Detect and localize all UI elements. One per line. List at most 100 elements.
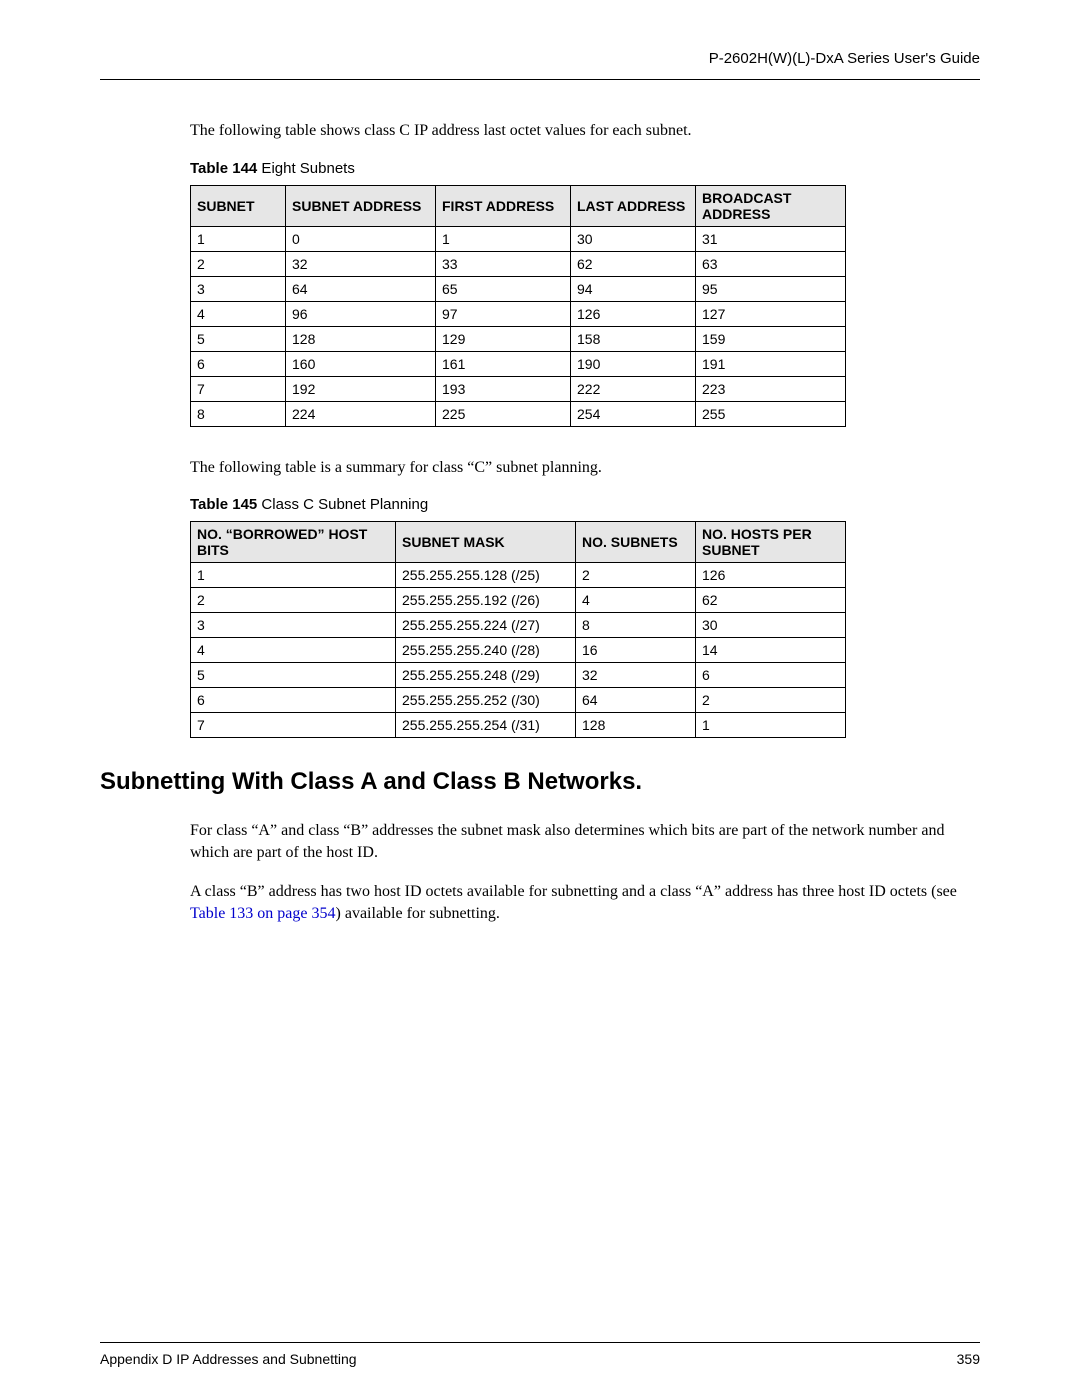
table-cell: 62: [696, 588, 846, 613]
page-footer: Appendix D IP Addresses and Subnetting 3…: [100, 1342, 980, 1367]
table-cell: 63: [696, 251, 846, 276]
table-cell: 62: [571, 251, 696, 276]
footer-page-number: 359: [957, 1351, 980, 1367]
footer-left: Appendix D IP Addresses and Subnetting: [100, 1351, 357, 1367]
table-cell: 32: [286, 251, 436, 276]
table-cell: 4: [191, 638, 396, 663]
table-cell: 0: [286, 226, 436, 251]
table-cell: 224: [286, 401, 436, 426]
table-cell: 255.255.255.248 (/29): [396, 663, 576, 688]
doc-title: P-2602H(W)(L)-DxA Series User's Guide: [709, 50, 980, 67]
table-144-caption-number: Table 144: [190, 160, 257, 177]
table-cell: 128: [286, 326, 436, 351]
table-row: 6160161190191: [191, 351, 846, 376]
intro-paragraph-1: The following table shows class C IP add…: [190, 120, 980, 142]
table-cell: 126: [571, 301, 696, 326]
table-row: 2255.255.255.192 (/26)462: [191, 588, 846, 613]
th-broadcast-address: BROADCAST ADDRESS: [696, 185, 846, 226]
table-cell: 95: [696, 276, 846, 301]
table-cell: 14: [696, 638, 846, 663]
table-cell: 96: [286, 301, 436, 326]
table-cell: 223: [696, 376, 846, 401]
body-paragraph-2: A class “B” address has two host ID octe…: [190, 881, 980, 924]
table-cell: 192: [286, 376, 436, 401]
table-row: 7192193222223: [191, 376, 846, 401]
table-cell: 129: [436, 326, 571, 351]
table-cell: 8: [576, 613, 696, 638]
table-cell: 161: [436, 351, 571, 376]
table-cell: 128: [576, 713, 696, 738]
table-145-caption: Table 145 Class C Subnet Planning: [190, 496, 980, 513]
table-row: 364659495: [191, 276, 846, 301]
table-cell: 4: [191, 301, 286, 326]
th-hosts-per-subnet: NO. HOSTS PER SUBNET: [696, 522, 846, 563]
table-145-caption-number: Table 145: [190, 496, 257, 513]
page-header: P-2602H(W)(L)-DxA Series User's Guide: [100, 50, 980, 80]
table-cell: 190: [571, 351, 696, 376]
table-cell: 160: [286, 351, 436, 376]
table-header-row: NO. “BORROWED” HOST BITS SUBNET MASK NO.…: [191, 522, 846, 563]
table-eight-subnets: SUBNET SUBNET ADDRESS FIRST ADDRESS LAST…: [190, 185, 846, 427]
table-row: 3255.255.255.224 (/27)830: [191, 613, 846, 638]
table-cell: 6: [191, 688, 396, 713]
table-row: 8224225254255: [191, 401, 846, 426]
table-cell: 4: [576, 588, 696, 613]
section-heading-subnetting-ab: Subnetting With Class A and Class B Netw…: [100, 768, 980, 796]
th-subnet-address: SUBNET ADDRESS: [286, 185, 436, 226]
table-cell: 97: [436, 301, 571, 326]
table-cell: 191: [696, 351, 846, 376]
xref-table-133[interactable]: Table 133 on page 354: [190, 905, 336, 922]
table-header-row: SUBNET SUBNET ADDRESS FIRST ADDRESS LAST…: [191, 185, 846, 226]
table-cell: 1: [436, 226, 571, 251]
table-cell: 255.255.255.224 (/27): [396, 613, 576, 638]
table-cell: 7: [191, 713, 396, 738]
table-cell: 1: [191, 563, 396, 588]
p2-text-post: ) available for subnetting.: [336, 905, 500, 922]
th-no-subnets: NO. SUBNETS: [576, 522, 696, 563]
table-row: 49697126127: [191, 301, 846, 326]
table-row: 232336263: [191, 251, 846, 276]
table-cell: 33: [436, 251, 571, 276]
table-cell: 7: [191, 376, 286, 401]
table-144-caption-title: Eight Subnets: [257, 160, 355, 177]
table-cell: 94: [571, 276, 696, 301]
table-cell: 158: [571, 326, 696, 351]
p2-text-pre: A class “B” address has two host ID octe…: [190, 883, 957, 900]
table-144-caption: Table 144 Eight Subnets: [190, 160, 980, 177]
table-cell: 2: [191, 251, 286, 276]
table-cell: 6: [191, 351, 286, 376]
table-cell: 6: [696, 663, 846, 688]
table-cell: 254: [571, 401, 696, 426]
table-cell: 255.255.255.128 (/25): [396, 563, 576, 588]
table-row: 7255.255.255.254 (/31)1281: [191, 713, 846, 738]
body-paragraph-1: For class “A” and class “B” addresses th…: [190, 820, 980, 863]
table-class-c-subnet-planning: NO. “BORROWED” HOST BITS SUBNET MASK NO.…: [190, 521, 846, 738]
intro-paragraph-2: The following table is a summary for cla…: [190, 457, 980, 479]
table-cell: 127: [696, 301, 846, 326]
table-cell: 1: [191, 226, 286, 251]
th-subnet-mask: SUBNET MASK: [396, 522, 576, 563]
th-borrowed-bits: NO. “BORROWED” HOST BITS: [191, 522, 396, 563]
table-cell: 255.255.255.254 (/31): [396, 713, 576, 738]
table-row: 5128129158159: [191, 326, 846, 351]
table-cell: 255.255.255.240 (/28): [396, 638, 576, 663]
table-cell: 193: [436, 376, 571, 401]
table-cell: 2: [696, 688, 846, 713]
table-row: 1255.255.255.128 (/25)2126: [191, 563, 846, 588]
th-first-address: FIRST ADDRESS: [436, 185, 571, 226]
table-cell: 30: [571, 226, 696, 251]
table-cell: 255.255.255.192 (/26): [396, 588, 576, 613]
table-cell: 222: [571, 376, 696, 401]
table-cell: 255: [696, 401, 846, 426]
table-cell: 225: [436, 401, 571, 426]
table-cell: 2: [576, 563, 696, 588]
table-row: 6255.255.255.252 (/30)642: [191, 688, 846, 713]
table-cell: 8: [191, 401, 286, 426]
table-row: 5255.255.255.248 (/29)326: [191, 663, 846, 688]
table-cell: 16: [576, 638, 696, 663]
table-cell: 1: [696, 713, 846, 738]
table-cell: 5: [191, 326, 286, 351]
table-145-caption-title: Class C Subnet Planning: [257, 496, 428, 513]
table-cell: 65: [436, 276, 571, 301]
table-cell: 5: [191, 663, 396, 688]
